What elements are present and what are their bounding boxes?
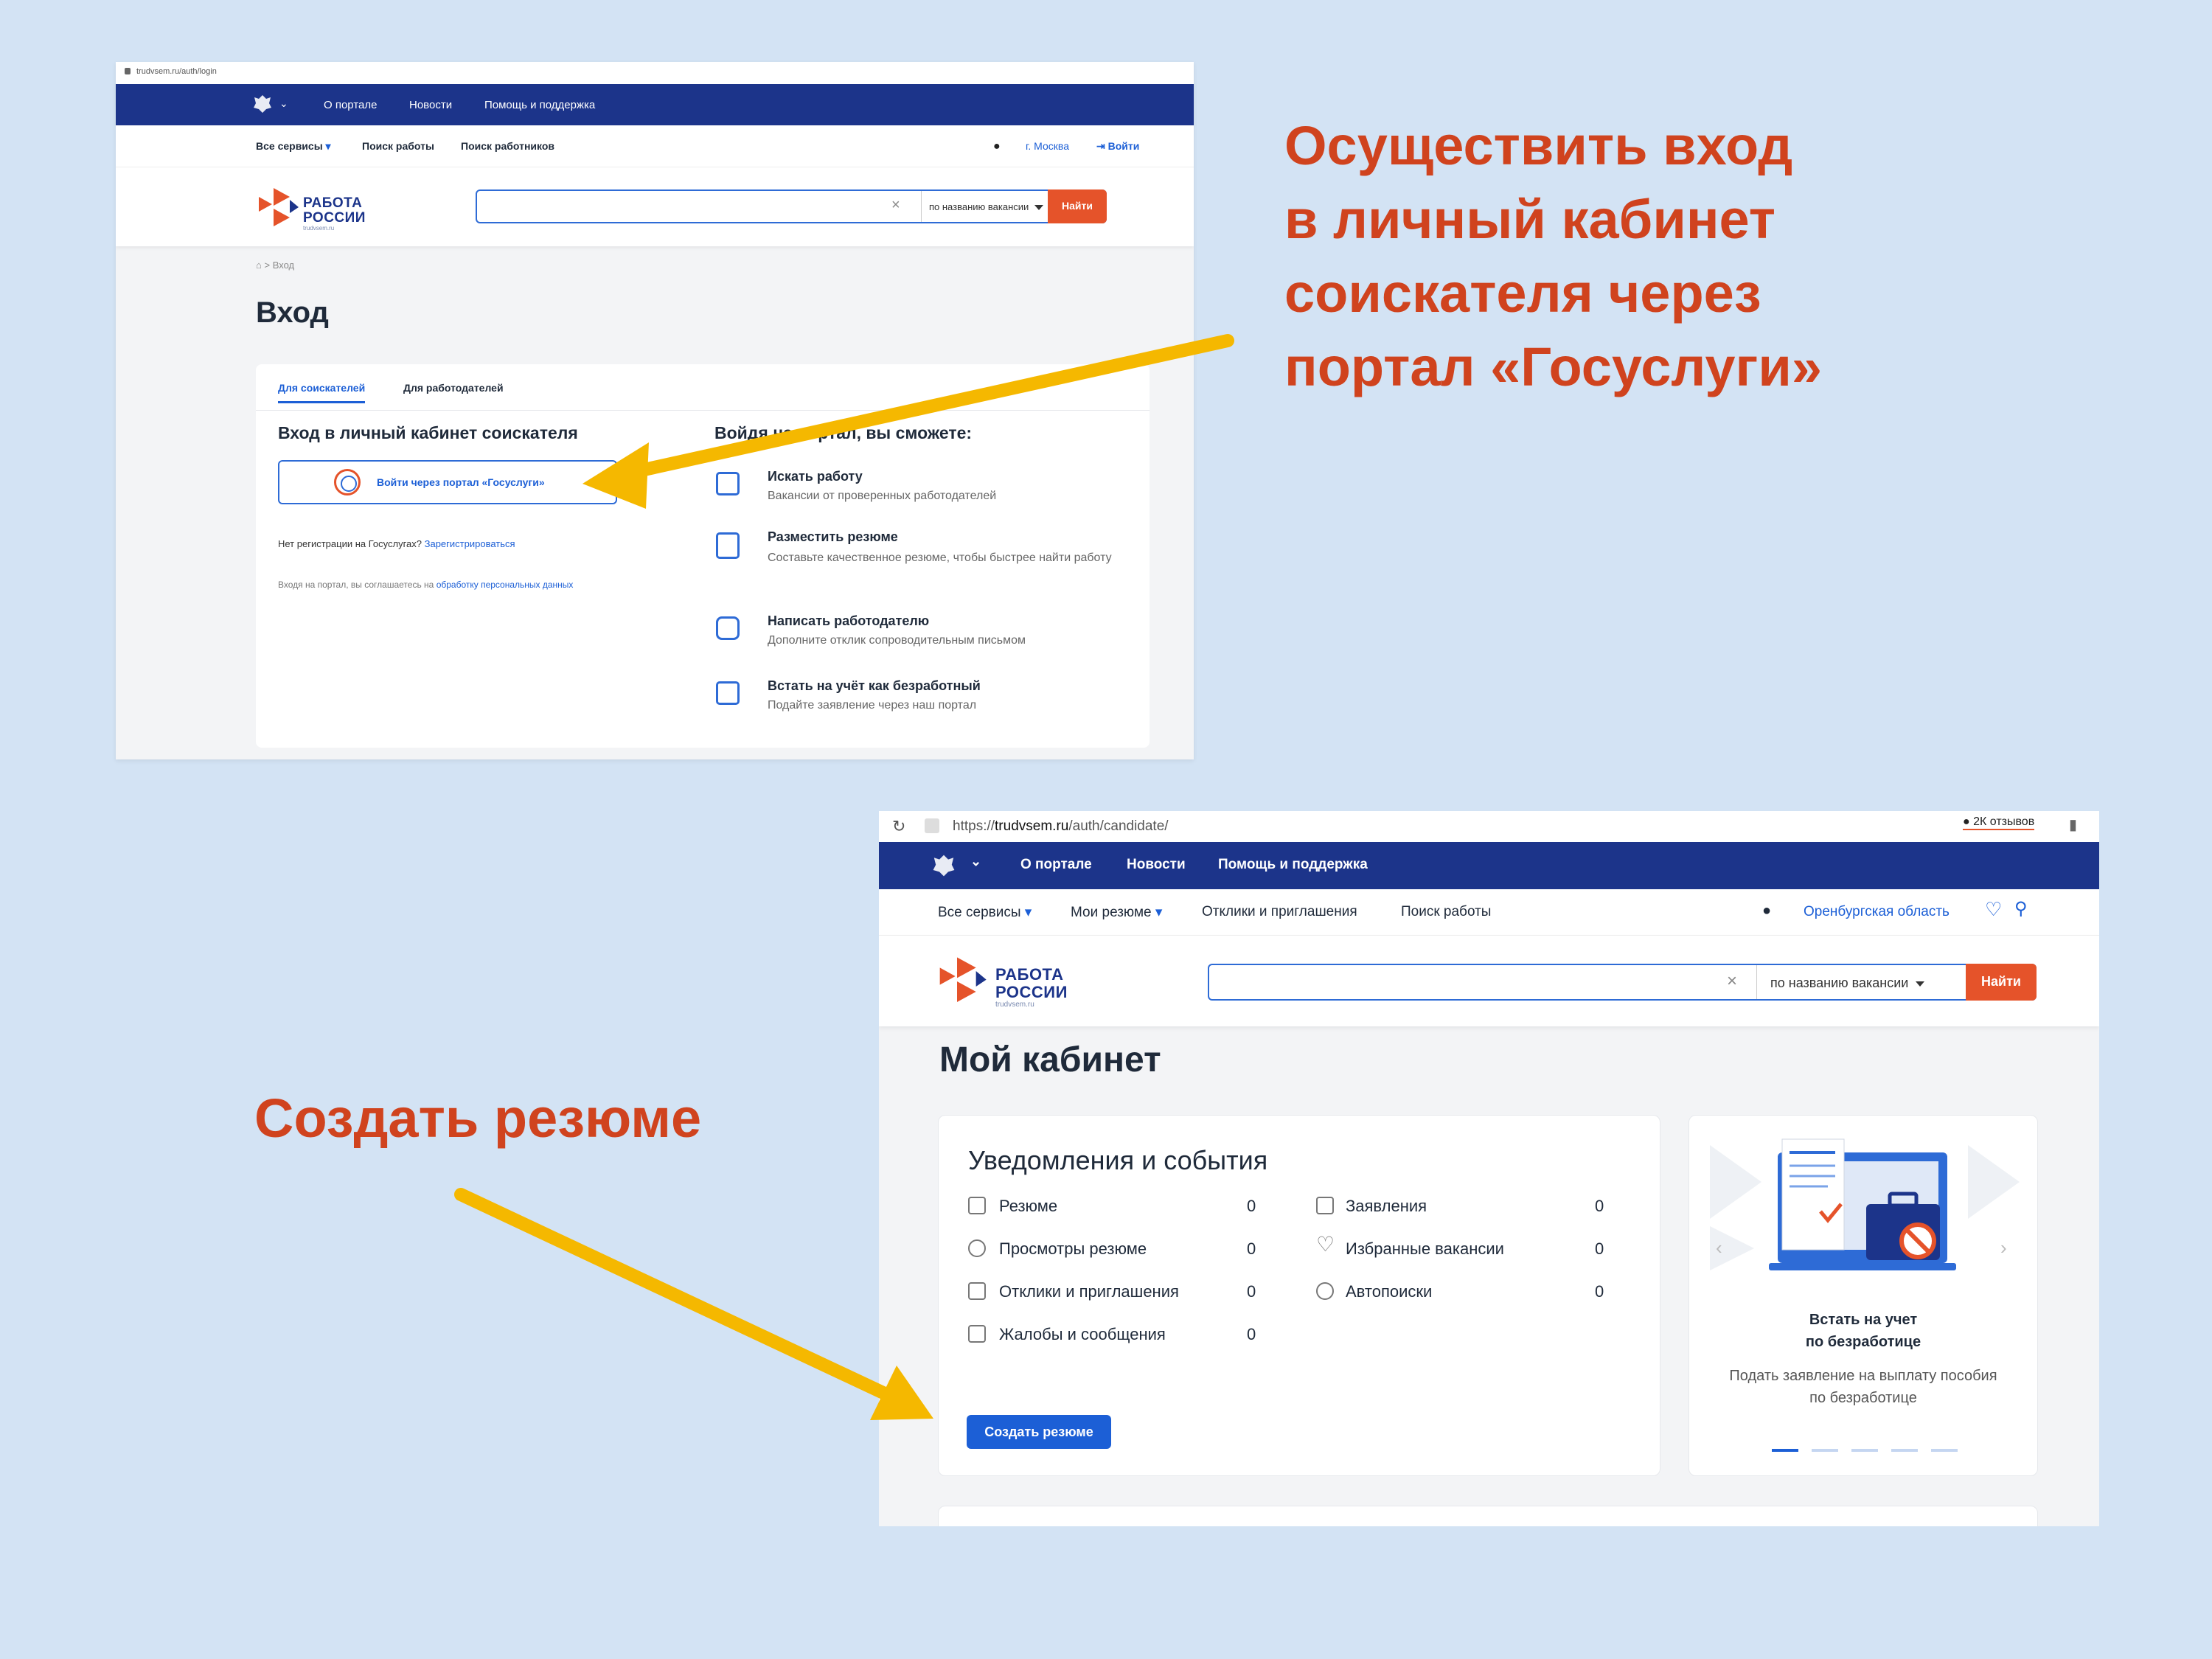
arrows-overlay [454, 334, 1234, 1420]
arrow-head-icon [582, 442, 649, 509]
arrow-to-gosuslugi [627, 334, 1234, 479]
arrow-to-create-resume [454, 1188, 891, 1400]
